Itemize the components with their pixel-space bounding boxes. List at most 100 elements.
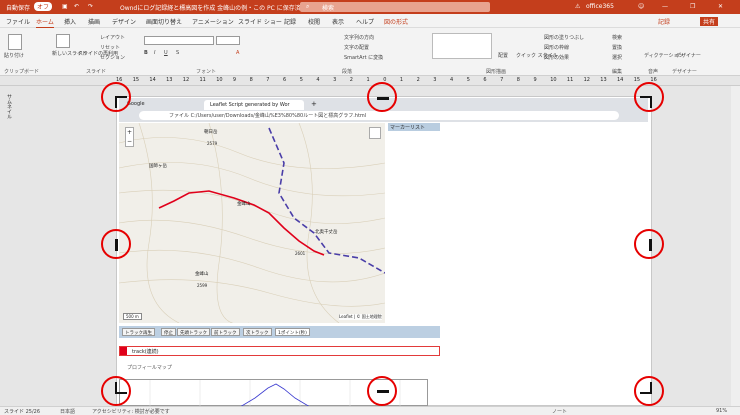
new-tab-icon[interactable]: + — [311, 100, 317, 108]
bold-icon[interactable]: B — [144, 50, 148, 56]
peak-label-2: 金峰山 — [237, 202, 251, 207]
shape-fill-button[interactable]: 図形の塗りつぶし — [544, 34, 584, 41]
interval-select[interactable]: 1ポイント(秒) — [275, 328, 310, 336]
elevation-label-3: 2601 — [295, 251, 306, 256]
group-editing: 編集 — [612, 69, 623, 75]
tab-record[interactable]: 記録 — [284, 17, 296, 26]
restore-icon[interactable]: ❐ — [690, 3, 695, 10]
italic-icon[interactable]: I — [154, 50, 155, 56]
notes-button[interactable]: ノート — [552, 408, 567, 415]
ruler-tick: 15 — [132, 77, 140, 83]
shape-outline-button[interactable]: 図形の枠線 — [544, 44, 569, 51]
ruler-tick: 2 — [349, 77, 353, 83]
redo-icon[interactable]: ↷ — [88, 3, 93, 10]
account-name[interactable]: office365 — [586, 3, 614, 10]
tab-slideshow[interactable]: スライド ショー — [238, 17, 282, 26]
ruler-tick: 5 — [466, 77, 470, 83]
track-legend[interactable]: track(連続) — [119, 346, 440, 356]
ruler-tick: 11 — [566, 77, 574, 83]
ruler-tick: 11 — [199, 77, 206, 83]
record-button[interactable]: 記録 — [658, 17, 670, 26]
language-indicator[interactable]: 日本語 — [60, 408, 75, 415]
selection-handle-top[interactable] — [367, 82, 397, 112]
share-button[interactable]: 共有 — [700, 17, 719, 26]
autosave-toggle[interactable]: オフ — [34, 2, 53, 11]
tab-draw[interactable]: 描画 — [88, 17, 100, 26]
peak-label-3: 北奥千丈岳 — [315, 230, 338, 235]
prev-track-button[interactable]: 前トラック — [211, 328, 240, 336]
font-color-icon[interactable]: A — [236, 50, 239, 56]
find-button[interactable]: 検索 — [612, 34, 622, 41]
map-view[interactable]: + − 朝日岳 2579 金峰山 北奥千丈岳 金峰山 2599 2601 国師ヶ岳… — [119, 123, 385, 323]
stop-button[interactable]: 停止 — [161, 328, 176, 336]
new-slide-icon[interactable] — [56, 34, 70, 48]
select-button[interactable]: 選択 — [612, 54, 622, 61]
ruler-tick: 1 — [399, 77, 404, 83]
ruler-tick: 1 — [366, 77, 370, 83]
ruler-tick: 7 — [266, 77, 270, 83]
peak-label-4: 金峰山 — [195, 272, 209, 277]
selection-handle-top-right[interactable] — [634, 82, 664, 112]
font-size-dropdown[interactable] — [216, 36, 240, 45]
search-placeholder: 検索 — [322, 5, 335, 12]
selection-handle-left[interactable] — [101, 229, 131, 259]
layers-icon[interactable] — [369, 127, 381, 139]
shape-effects-button[interactable]: 図形の効果 — [544, 54, 569, 61]
tab-insert[interactable]: 挿入 — [64, 17, 76, 26]
section-button[interactable]: セクション — [100, 54, 125, 61]
next-track-button[interactable]: 次トラック — [243, 328, 272, 336]
tab-animations[interactable]: アニメーション — [192, 17, 234, 26]
first-track-button[interactable]: 先頭トラック — [177, 328, 210, 336]
tab-picture-format[interactable]: 図の形式 — [384, 17, 408, 26]
vertical-scrollbar[interactable] — [731, 86, 740, 406]
reset-button[interactable]: リセット — [100, 44, 120, 51]
zoom-level[interactable]: 91% — [716, 408, 727, 414]
ruler-tick: 2 — [416, 77, 420, 83]
map-attribution[interactable]: Leaflet | © 国土地理院 — [339, 314, 382, 320]
ruler-tick: 14 — [149, 77, 156, 83]
warning-icon[interactable]: ⚠ — [575, 3, 580, 10]
group-drawing: 図形描画 — [486, 69, 507, 75]
save-icon[interactable]: ▣ — [62, 3, 68, 10]
address-bar[interactable]: ファイル C:/Users/user/Downloads/金峰山%E3%80%8… — [139, 111, 619, 120]
layout-button[interactable]: レイアウト — [100, 34, 125, 41]
smartart-button[interactable]: SmartArt に変換 — [344, 54, 383, 61]
undo-icon[interactable]: ↶ — [74, 3, 79, 10]
tab-file[interactable]: ファイル — [6, 17, 30, 26]
replace-button[interactable]: 置換 — [612, 44, 622, 51]
search-box[interactable]: ⌕ 検索 — [300, 2, 490, 12]
selection-handle-top-left[interactable] — [101, 82, 131, 112]
paste-icon[interactable] — [8, 34, 22, 50]
profile-title: プロフィールマップ — [127, 365, 172, 371]
zoom-control[interactable]: + − — [125, 127, 134, 147]
tab-view[interactable]: 表示 — [332, 17, 344, 26]
group-paragraph: 段落 — [342, 69, 353, 75]
shapes-gallery[interactable] — [432, 33, 492, 59]
arrange-button[interactable]: 配置 — [498, 52, 508, 59]
group-voice: 音声 — [648, 69, 659, 75]
strikethrough-icon[interactable]: S — [176, 50, 179, 56]
font-name-dropdown[interactable] — [144, 36, 214, 45]
designer-button[interactable]: デザイナー — [676, 52, 701, 59]
tab-transitions[interactable]: 画面切り替え — [146, 17, 182, 26]
minimize-icon[interactable]: — — [662, 3, 668, 10]
selection-handle-bottom-right[interactable] — [634, 376, 664, 406]
browser-tab-active[interactable]: Leaflet Script generated by Wor — [204, 100, 304, 110]
ruler-tick: 12 — [583, 77, 590, 83]
paste-button[interactable]: 貼り付け — [4, 52, 24, 59]
tab-review[interactable]: 校閲 — [308, 17, 320, 26]
underline-icon[interactable]: U — [164, 50, 168, 56]
selection-handle-bottom-left[interactable] — [101, 376, 131, 406]
tab-design[interactable]: デザイン — [112, 17, 136, 26]
close-icon[interactable]: ✕ — [718, 3, 723, 10]
selection-handle-bottom[interactable] — [367, 376, 397, 406]
feedback-icon[interactable]: ☺ — [638, 3, 644, 10]
align-text-button[interactable]: 文字の配置 — [344, 44, 369, 51]
ruler-tick: 6 — [483, 77, 487, 83]
track-play-button[interactable]: トラック再生 — [122, 328, 155, 336]
selection-handle-right[interactable] — [634, 229, 664, 259]
tab-help[interactable]: ヘルプ — [356, 17, 374, 26]
accessibility-status[interactable]: アクセシビリティ: 検討が必要です — [92, 408, 170, 415]
text-direction-button[interactable]: 文字列の方向 — [344, 34, 374, 41]
ruler-tick: 4 — [316, 77, 320, 83]
